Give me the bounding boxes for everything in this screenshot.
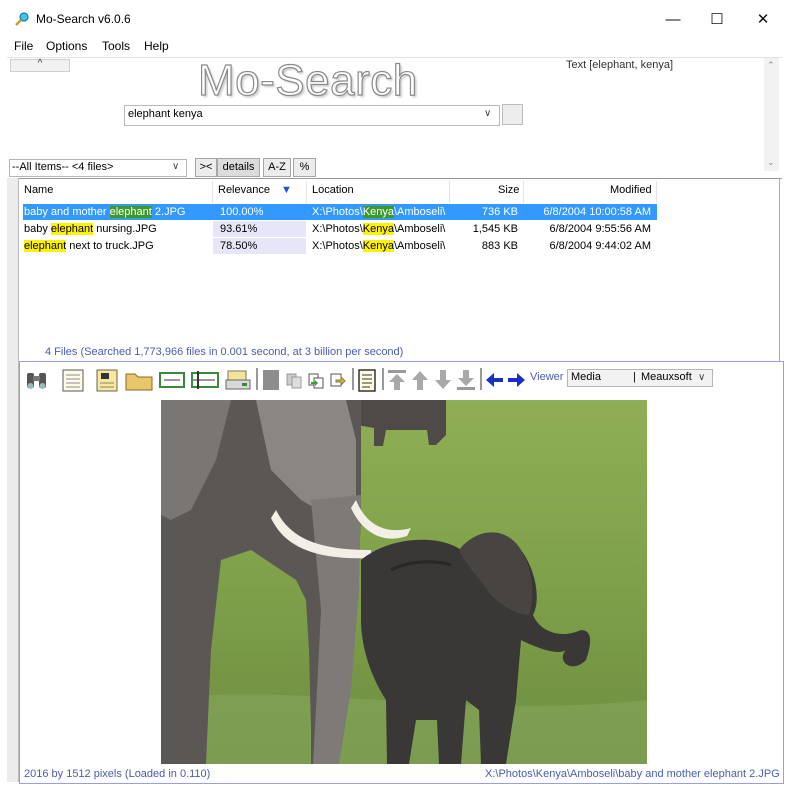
modified-value: 6/8/2004 10:00:58 AM <box>543 206 651 218</box>
modified-value: 6/8/2004 9:44:02 AM <box>549 240 651 252</box>
query-summary: Text [elephant, kenya] <box>566 59 674 71</box>
copy-to-icon[interactable] <box>306 368 326 392</box>
move-bottom-icon[interactable] <box>455 368 477 392</box>
search-input[interactable]: elephant kenya <box>128 108 203 120</box>
column-header-size[interactable]: Size <box>498 184 519 196</box>
divider <box>779 178 780 361</box>
location-value: X:\Photos\Kenya\Amboseli\ <box>312 223 446 235</box>
search-app-icon <box>14 11 30 27</box>
details-view-button[interactable]: details <box>217 158 260 177</box>
size-value: 883 KB <box>481 240 518 252</box>
list-splitter[interactable] <box>7 178 19 361</box>
image-info: 2016 by 1512 pixels (Loaded in 0.110) <box>24 768 211 780</box>
maximize-button[interactable]: ☐ <box>694 0 740 38</box>
column-header-relevance[interactable]: Relevance <box>218 184 270 196</box>
image-path: X:\Photos\Kenya\Amboseli\baby and mother… <box>485 768 780 780</box>
viewer-select-value: Media <box>571 371 601 383</box>
toolbar-separator <box>382 368 384 390</box>
scroll-up-icon[interactable]: ⌃ <box>767 60 775 71</box>
viewer-label: Viewer <box>530 371 564 383</box>
copy-icon[interactable] <box>284 368 304 392</box>
notes-icon[interactable] <box>94 368 120 392</box>
sort-desc-icon: ▼ <box>281 184 292 196</box>
file-name: elephant next to truck.JPG <box>24 240 154 252</box>
table-row[interactable]: baby elephant nursing.JPG 93.61% X:\Phot… <box>23 221 657 237</box>
stop-icon[interactable] <box>261 368 281 392</box>
move-to-icon[interactable] <box>328 368 348 392</box>
divider <box>449 181 450 203</box>
text-file-icon[interactable] <box>356 368 378 392</box>
binoculars-icon[interactable] <box>24 368 50 392</box>
field-icon[interactable] <box>158 368 186 392</box>
filter-value: --All Items-- <4 files> <box>12 161 114 173</box>
divider <box>306 181 307 203</box>
relevance-value: 78.50% <box>220 240 258 252</box>
folder-icon[interactable] <box>124 368 154 392</box>
relevance-value: 93.61% <box>220 223 258 235</box>
insert-field-icon[interactable] <box>190 368 220 392</box>
relevance-value: 100.00% <box>220 206 264 218</box>
chevron-down-icon[interactable]: ∨ <box>484 108 491 119</box>
viewer-select[interactable]: Media | Meauxsoft ∨ <box>567 369 713 387</box>
close-button[interactable]: ✕ <box>740 0 786 38</box>
image-preview[interactable] <box>161 400 647 764</box>
window-title: Mo-Search v6.0.6 <box>36 12 131 26</box>
menu-tools[interactable]: Tools <box>102 39 130 53</box>
menu-file[interactable]: File <box>14 39 33 53</box>
column-header-modified[interactable]: Modified <box>610 184 652 196</box>
file-name: baby and mother elephant 2.JPG <box>24 206 186 218</box>
move-top-icon[interactable] <box>386 368 408 392</box>
scroll-down-icon[interactable]: ⌄ <box>767 157 775 168</box>
location-value: X:\Photos\Kenya\Amboseli\ <box>312 206 446 218</box>
move-up-icon[interactable] <box>409 368 431 392</box>
divider <box>523 181 524 203</box>
viewer-select-value-2: Meauxsoft <box>641 371 692 383</box>
chevron-down-icon[interactable]: ∨ <box>172 161 179 172</box>
divider <box>212 181 213 203</box>
arrow-left-icon[interactable] <box>483 368 505 392</box>
size-value: 1,545 KB <box>472 223 518 235</box>
sort-percent-button[interactable]: % <box>293 158 316 177</box>
modified-value: 6/8/2004 9:55:56 AM <box>549 223 651 235</box>
table-row[interactable]: elephant next to truck.JPG 78.50% X:\Pho… <box>23 238 657 254</box>
arrow-right-icon[interactable] <box>506 368 528 392</box>
chevron-down-icon[interactable]: ∨ <box>698 372 705 383</box>
location-value: X:\Photos\Kenya\Amboseli\ <box>312 240 446 252</box>
viewer-splitter[interactable] <box>7 361 19 782</box>
column-header-location[interactable]: Location <box>312 184 354 196</box>
app-logo: Mo-Search <box>197 55 418 105</box>
toolbar-separator <box>352 368 354 390</box>
divider <box>656 181 657 203</box>
move-down-icon[interactable] <box>432 368 454 392</box>
table-row[interactable]: baby and mother elephant 2.JPG 100.00% X… <box>23 204 657 220</box>
minimize-button[interactable]: — <box>650 0 696 38</box>
search-status: 4 Files (Searched 1,773,966 files in 0.0… <box>45 346 404 358</box>
toolbar-separator <box>256 368 258 390</box>
toolbar-separator <box>480 368 482 390</box>
document-icon[interactable] <box>60 368 86 392</box>
search-go-button[interactable] <box>502 104 523 125</box>
collapse-columns-button[interactable]: >< <box>195 158 217 177</box>
column-header-name[interactable]: Name <box>24 184 53 196</box>
viewer-separator-glyph: | <box>633 371 636 383</box>
menu-options[interactable]: Options <box>46 39 87 53</box>
sort-az-button[interactable]: A-Z <box>263 158 291 177</box>
collapse-button[interactable]: ^ <box>10 59 70 72</box>
search-panel-scrollbar[interactable]: ⌃ ⌄ <box>764 58 779 171</box>
scanner-icon[interactable] <box>224 368 252 392</box>
size-value: 736 KB <box>481 206 518 218</box>
menu-help[interactable]: Help <box>144 39 169 53</box>
file-name: baby elephant nursing.JPG <box>24 223 157 235</box>
